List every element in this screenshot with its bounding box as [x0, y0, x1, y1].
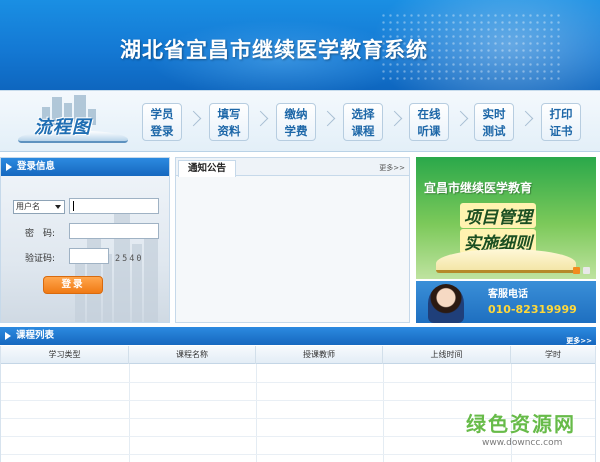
- header-banner: 湖北省宜昌市继续医学教育系统: [0, 0, 600, 90]
- flowchart-logo: 流程图: [10, 95, 130, 149]
- chevron-down-icon: [55, 205, 61, 209]
- column-divider: [256, 364, 257, 462]
- notice-tab-bar: 通知公告 更多>>: [176, 158, 409, 177]
- watermark-url: www.downcc.com: [482, 438, 563, 448]
- flow-step-print-certificate[interactable]: 打印 证书: [541, 103, 581, 141]
- login-button[interactable]: 登录: [43, 276, 103, 294]
- promo-banner[interactable]: 宜昌市继续医学教育 项目管理 实施细则 客服电话 010-82319999: [416, 157, 596, 323]
- promo-line-1: 项目管理: [460, 203, 536, 228]
- text-cursor: [73, 201, 74, 211]
- watermark-text: 绿色资源网: [466, 412, 576, 436]
- column-header-online-time: 上线时间: [383, 346, 511, 364]
- captcha-image[interactable]: 2540: [115, 254, 143, 264]
- chevron-right-icon: [520, 111, 532, 131]
- chevron-right-icon: [188, 111, 200, 131]
- flow-step-fill-info[interactable]: 填写 资料: [209, 103, 249, 141]
- flowchart-label: 流程图: [34, 117, 91, 138]
- flow-step-select-course[interactable]: 选择 课程: [343, 103, 383, 141]
- slide-dot-active[interactable]: [573, 267, 580, 274]
- column-divider: [129, 364, 130, 462]
- promo-slide[interactable]: 宜昌市继续医学教育 项目管理 实施细则: [416, 157, 596, 279]
- course-table-header: 学习类型 课程名称 授课教师 上线时间 学时: [1, 346, 595, 364]
- column-header-teacher: 授课教师: [256, 346, 383, 364]
- column-divider: [383, 364, 384, 462]
- slide-indicator: [570, 267, 590, 277]
- captcha-label: 验证码:: [25, 254, 56, 264]
- captcha-input[interactable]: [69, 248, 109, 264]
- login-title-text: 登录信息: [17, 161, 56, 172]
- course-list-title-text: 课程列表: [16, 330, 55, 341]
- password-input[interactable]: [69, 223, 159, 239]
- column-header-course-name: 课程名称: [129, 346, 256, 364]
- chevron-right-icon: [255, 111, 267, 131]
- promo-heading: 宜昌市继续医学教育: [424, 181, 533, 195]
- course-list-title: 课程列表 更多>>: [0, 327, 596, 345]
- site-title: 湖北省宜昌市继续医学教育系统: [120, 38, 428, 62]
- tab-notice[interactable]: 通知公告: [178, 160, 236, 177]
- notice-more-link[interactable]: 更多>>: [379, 163, 405, 173]
- column-header-credit-hours: 学时: [545, 350, 561, 359]
- login-panel-title: 登录信息: [1, 158, 169, 176]
- account-type-value: 用户名: [16, 202, 40, 211]
- notice-panel: 通知公告 更多>>: [175, 157, 410, 323]
- customer-service-banner[interactable]: 客服电话 010-82319999: [416, 281, 596, 323]
- password-label: 密 码:: [25, 229, 56, 239]
- open-book-icon: [436, 249, 576, 273]
- chevron-right-icon: [322, 111, 334, 131]
- flow-step-live-test[interactable]: 实时 测试: [474, 103, 514, 141]
- flow-step-online-class[interactable]: 在线 听课: [409, 103, 449, 141]
- slide-dot[interactable]: [583, 267, 590, 274]
- support-agent-avatar: [428, 284, 464, 323]
- chevron-right-icon: [389, 111, 401, 131]
- flow-step-login[interactable]: 学员 登录: [142, 103, 182, 141]
- triangle-right-icon: [5, 332, 11, 340]
- hotline-label: 客服电话: [488, 289, 528, 300]
- chevron-right-icon: [455, 111, 467, 131]
- watermark: 绿色资源网 www.downcc.com: [462, 408, 598, 460]
- process-flow: 流程图 学员 登录 填写 资料 缴纳 学费 选择 课程 在线 听课 实时 测试 …: [0, 90, 600, 152]
- column-header-study-type: 学习类型: [1, 346, 129, 364]
- login-panel: 登录信息 用户名 密 码: 验证码: 2540 登录: [0, 157, 170, 323]
- triangle-right-icon: [6, 163, 12, 171]
- flow-step-pay-fee[interactable]: 缴纳 学费: [276, 103, 316, 141]
- account-type-select[interactable]: 用户名: [13, 200, 65, 214]
- hotline-number: 010-82319999: [488, 303, 577, 316]
- row-divider: [1, 382, 595, 383]
- row-divider: [1, 400, 595, 401]
- username-input[interactable]: [69, 198, 159, 214]
